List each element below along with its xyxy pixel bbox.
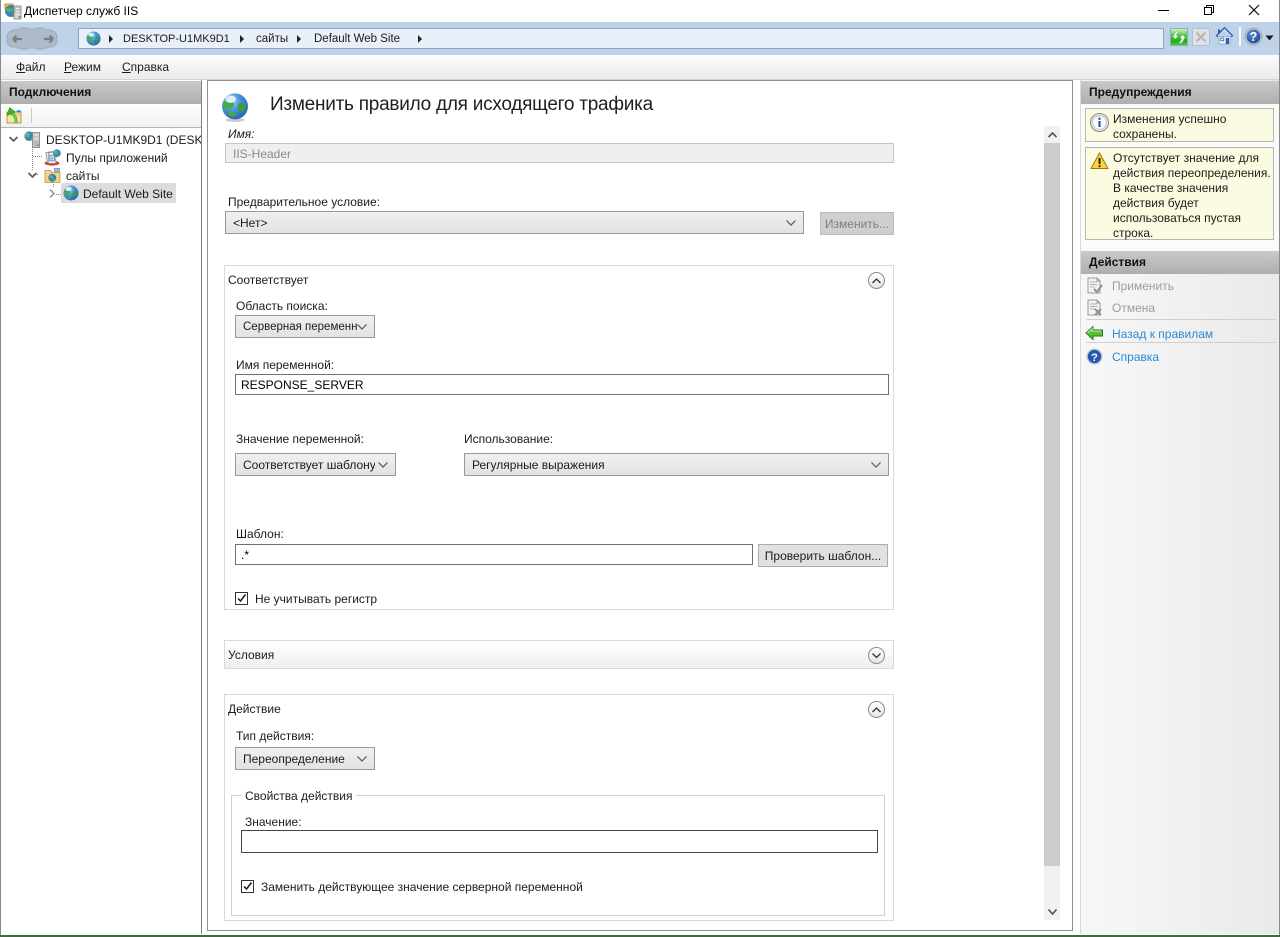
svg-text:?: ? — [1250, 30, 1258, 44]
svg-text:?: ? — [1091, 352, 1098, 364]
